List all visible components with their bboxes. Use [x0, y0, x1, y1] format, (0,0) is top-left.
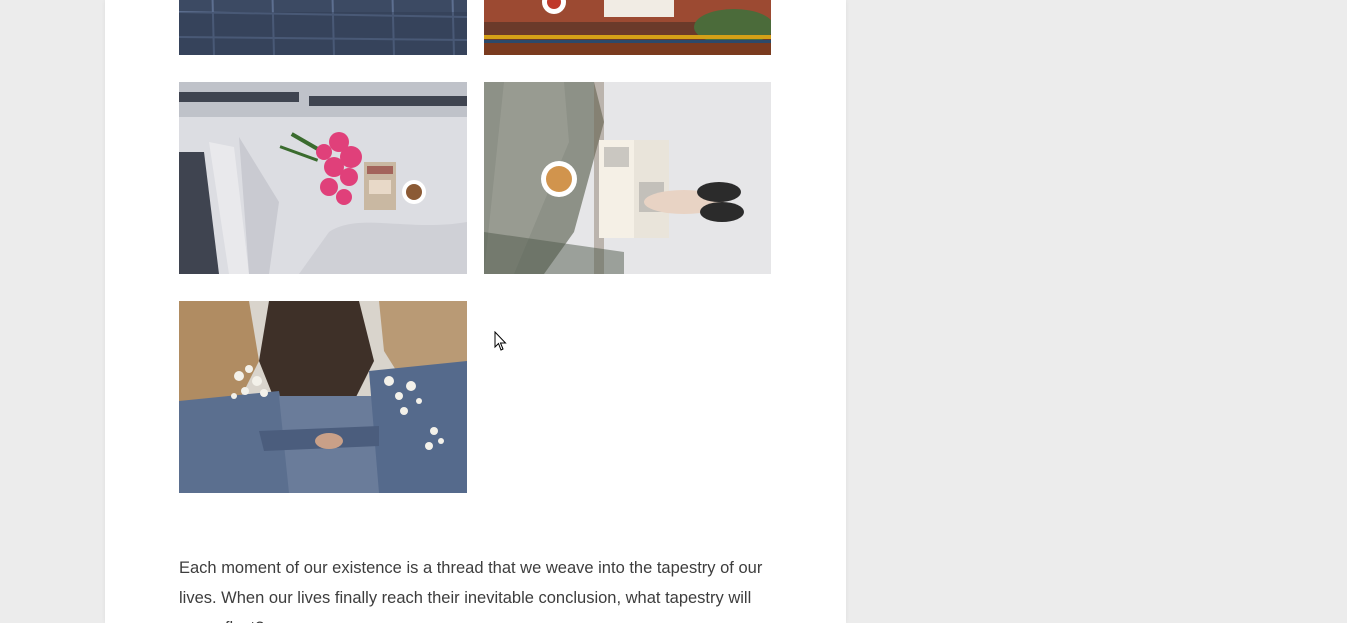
flowers-bed-photo — [179, 82, 467, 274]
reading-rug-photo — [484, 0, 771, 55]
gallery-image-friends-denim[interactable] — [179, 301, 467, 493]
sweater-reading-photo — [484, 82, 771, 274]
mouse-cursor-icon — [494, 331, 507, 351]
post-paragraph: Each moment of our existence is a thread… — [179, 559, 763, 623]
gallery-image-flowers-bed[interactable] — [179, 82, 467, 274]
gallery-image-plaid-sheet[interactable] — [179, 0, 467, 55]
plaid-sheet-photo — [179, 0, 467, 55]
friends-denim-photo — [179, 301, 467, 493]
gallery-image-sweater-reading[interactable] — [484, 82, 771, 274]
post-content-card: Each moment of our existence is a thread… — [105, 0, 846, 623]
gallery-image-reading-rug[interactable] — [484, 0, 771, 55]
